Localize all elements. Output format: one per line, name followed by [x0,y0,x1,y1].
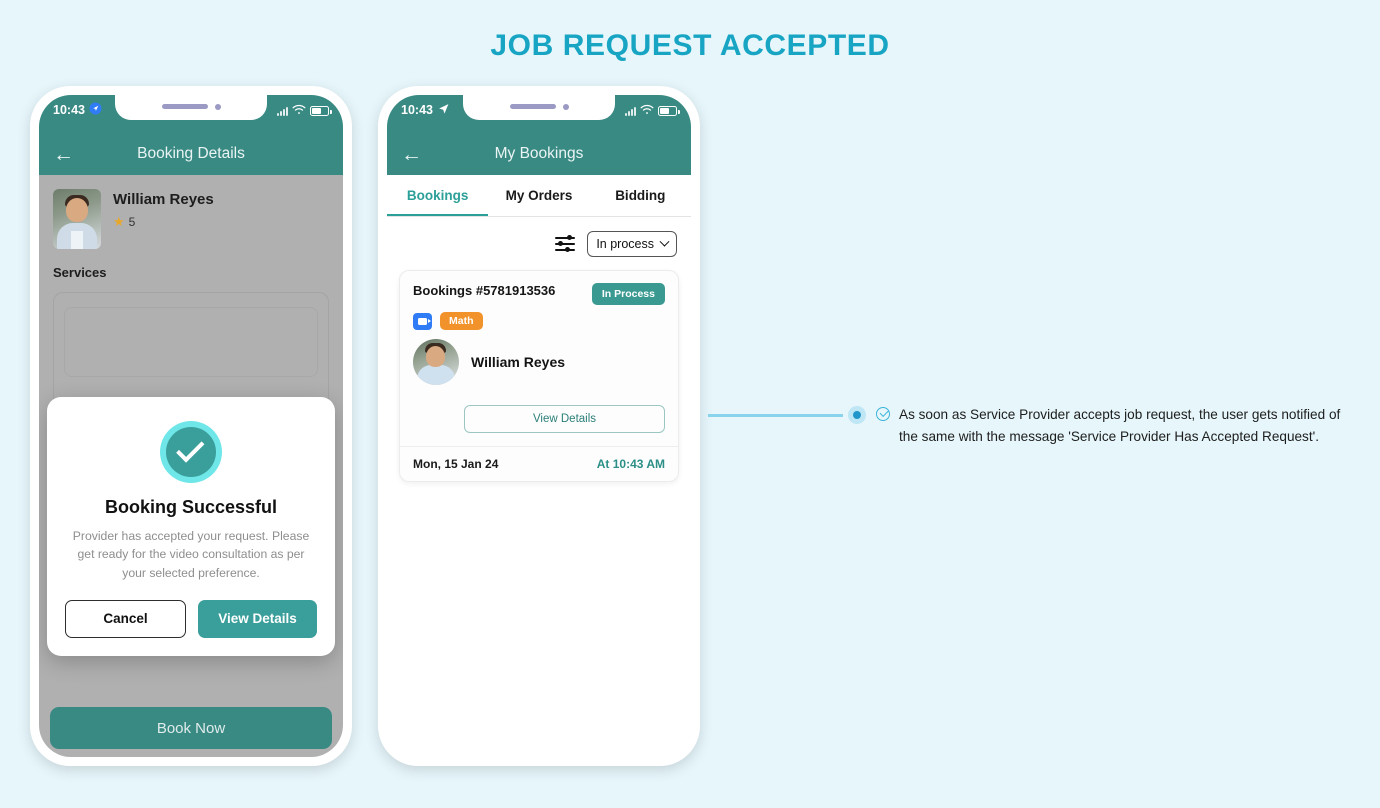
avatar [413,339,459,385]
tab-my-orders[interactable]: My Orders [488,175,589,216]
status-bar-left: 10:43 [39,95,343,133]
status-bar-left-group-2: 10:43 [401,102,450,118]
location-arrow-icon [437,102,450,118]
signal-bars-icon [625,106,636,116]
status-badge: In Process [591,283,665,305]
back-arrow-icon[interactable]: ← [53,144,74,165]
battery-icon [658,106,680,116]
front-camera-dot [214,103,221,110]
my-bookings-body: Bookings My Orders Bidding In process Bo… [387,175,691,757]
booking-card-footer: Mon, 15 Jan 24 At 10:43 AM [400,446,678,481]
services-section-label: Services [53,265,107,280]
check-circle-outline-icon [876,407,890,421]
phone-mockup-booking-details: 10:43 ← Booking Details William Reyes ★ … [30,86,352,766]
annotation-text: As soon as Service Provider accepts job … [899,407,1341,445]
person-name: William Reyes [471,354,566,370]
booking-person-row: William Reyes [413,339,665,385]
speaker-grill [509,104,556,109]
booking-details-body: William Reyes ★ 5 Services C Subtotal $ [39,175,343,757]
tab-bidding[interactable]: Bidding [590,175,691,216]
appbar-title-right: My Bookings [494,145,584,162]
view-details-button[interactable]: View Details [464,405,665,433]
wifi-icon [640,104,654,118]
rating-value: 5 [128,215,136,229]
status-bar-right-group-2 [625,102,680,118]
view-details-button[interactable]: View Details [198,599,317,638]
annotation-connector-line [708,414,843,417]
annotation-callout: As soon as Service Provider accepts job … [876,404,1354,448]
appbar-left: ← Booking Details [39,133,343,175]
check-circle-icon [160,421,222,483]
check-mark-glyph [176,434,205,463]
subject-tag: Math [440,312,483,330]
booking-id: Bookings #5781913536 [413,283,556,298]
status-bar-right-group [277,102,332,118]
status-time: 10:43 [401,103,433,117]
phone-mockup-my-bookings: 10:43 ← My Bookings Bookings My Orders B… [378,86,700,766]
booking-successful-dialog: Booking Successful Provider has accepted… [47,397,335,656]
back-arrow-icon[interactable]: ← [401,144,422,165]
booking-time: At 10:43 AM [596,457,665,471]
phone-notch-left [115,95,267,120]
wifi-icon [292,104,306,118]
provider-profile-row: William Reyes ★ 5 [39,175,343,249]
star-icon: ★ [113,214,125,229]
filter-sliders-icon[interactable] [555,235,576,253]
status-bar-left-group: 10:43 [53,102,102,118]
booking-tags: Math [413,312,665,330]
filter-row: In process [387,217,691,257]
speaker-grill [161,104,208,109]
chevron-down-icon [659,236,670,247]
booking-card-top: Bookings #5781913536 In Process Math Wil… [400,271,678,395]
status-filter-select[interactable]: In process [587,231,677,257]
dialog-title: Booking Successful [104,497,278,517]
cancel-button[interactable]: Cancel [65,599,186,638]
dialog-description: Provider has accepted your request. Plea… [72,529,310,580]
appbar-title-left: Booking Details [137,145,245,162]
provider-rating: ★ 5 [113,214,214,230]
battery-icon [310,106,332,116]
booking-date: Mon, 15 Jan 24 [413,457,499,471]
page-title: JOB REQUEST ACCEPTED [490,29,890,62]
page-root: JOB REQUEST ACCEPTED 10:43 ← Booking Det… [0,0,1380,808]
tab-bar: Bookings My Orders Bidding [387,175,691,217]
book-now-button[interactable]: Book Now [50,707,332,749]
booking-card[interactable]: Bookings #5781913536 In Process Math Wil… [399,270,679,482]
phone-screen-left: 10:43 ← Booking Details William Reyes ★ … [39,95,343,757]
phone-notch-right [463,95,615,120]
appbar-right: ← My Bookings [387,133,691,175]
dialog-actions: Cancel View Details [65,599,317,638]
booking-card-header: Bookings #5781913536 In Process [413,283,665,305]
provider-photo [53,189,101,249]
tab-bookings[interactable]: Bookings [387,175,489,216]
check-circle-inner [166,427,216,477]
front-camera-dot [562,103,569,110]
provider-name: William Reyes [113,191,214,208]
signal-bars-icon [277,106,288,116]
video-camera-icon [413,312,432,330]
provider-info: William Reyes ★ 5 [113,189,214,230]
status-filter-value: In process [596,237,654,251]
status-bar-right: 10:43 [387,95,691,133]
status-time: 10:43 [53,103,85,117]
phone-screen-right: 10:43 ← My Bookings Bookings My Orders B… [387,95,691,757]
service-item-placeholder [64,307,318,377]
location-arrow-icon [89,102,102,118]
connector-dot-icon [848,406,866,424]
